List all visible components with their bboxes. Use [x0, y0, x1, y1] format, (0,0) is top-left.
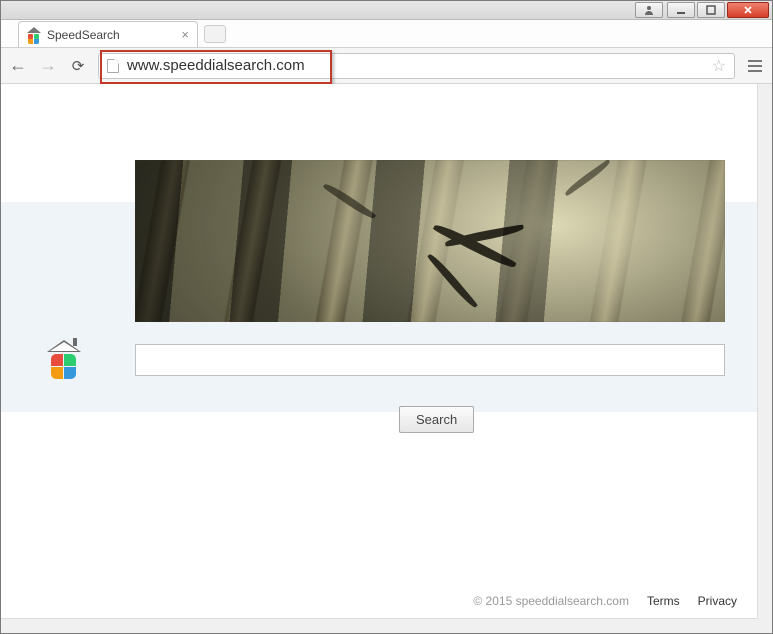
vertical-scrollbar[interactable]: [757, 84, 772, 618]
footer-copyright: © 2015 speeddialsearch.com: [473, 594, 629, 608]
new-tab-button[interactable]: [204, 25, 226, 43]
window-close-button[interactable]: [727, 2, 769, 18]
back-button[interactable]: ←: [8, 55, 28, 76]
tab-strip: SpeedSearch ×: [0, 20, 773, 48]
scroll-corner: [757, 618, 772, 633]
search-input[interactable]: [135, 344, 725, 376]
search-button[interactable]: Search: [399, 406, 474, 433]
tab-favicon: [27, 28, 41, 42]
tab-close-icon[interactable]: ×: [181, 28, 189, 41]
footer-terms-link[interactable]: Terms: [647, 594, 680, 608]
minimize-button[interactable]: [667, 2, 695, 18]
page-viewport: Search © 2015 speeddialsearch.com Terms …: [1, 84, 757, 618]
user-button[interactable]: [635, 2, 663, 18]
page-icon: [107, 59, 119, 73]
footer-privacy-link[interactable]: Privacy: [698, 594, 737, 608]
tab-title: SpeedSearch: [47, 28, 120, 42]
url-text: www.speeddialsearch.com: [127, 57, 305, 74]
browser-tab[interactable]: SpeedSearch ×: [18, 21, 198, 47]
reload-button[interactable]: ⟳: [68, 57, 88, 75]
horizontal-scrollbar[interactable]: [1, 618, 772, 633]
forward-button[interactable]: →: [38, 55, 58, 76]
hero-image-bamboo: [135, 160, 725, 322]
bookmark-star-icon[interactable]: ☆: [712, 56, 726, 76]
maximize-button[interactable]: [697, 2, 725, 18]
page-footer: © 2015 speeddialsearch.com Terms Privacy: [473, 594, 737, 608]
address-bar[interactable]: www.speeddialsearch.com ☆: [98, 53, 735, 79]
browser-toolbar: ← → ⟳ www.speeddialsearch.com ☆: [0, 48, 773, 84]
hamburger-menu-icon[interactable]: [745, 60, 765, 72]
site-logo: [47, 342, 81, 376]
window-titlebar: [0, 0, 773, 20]
